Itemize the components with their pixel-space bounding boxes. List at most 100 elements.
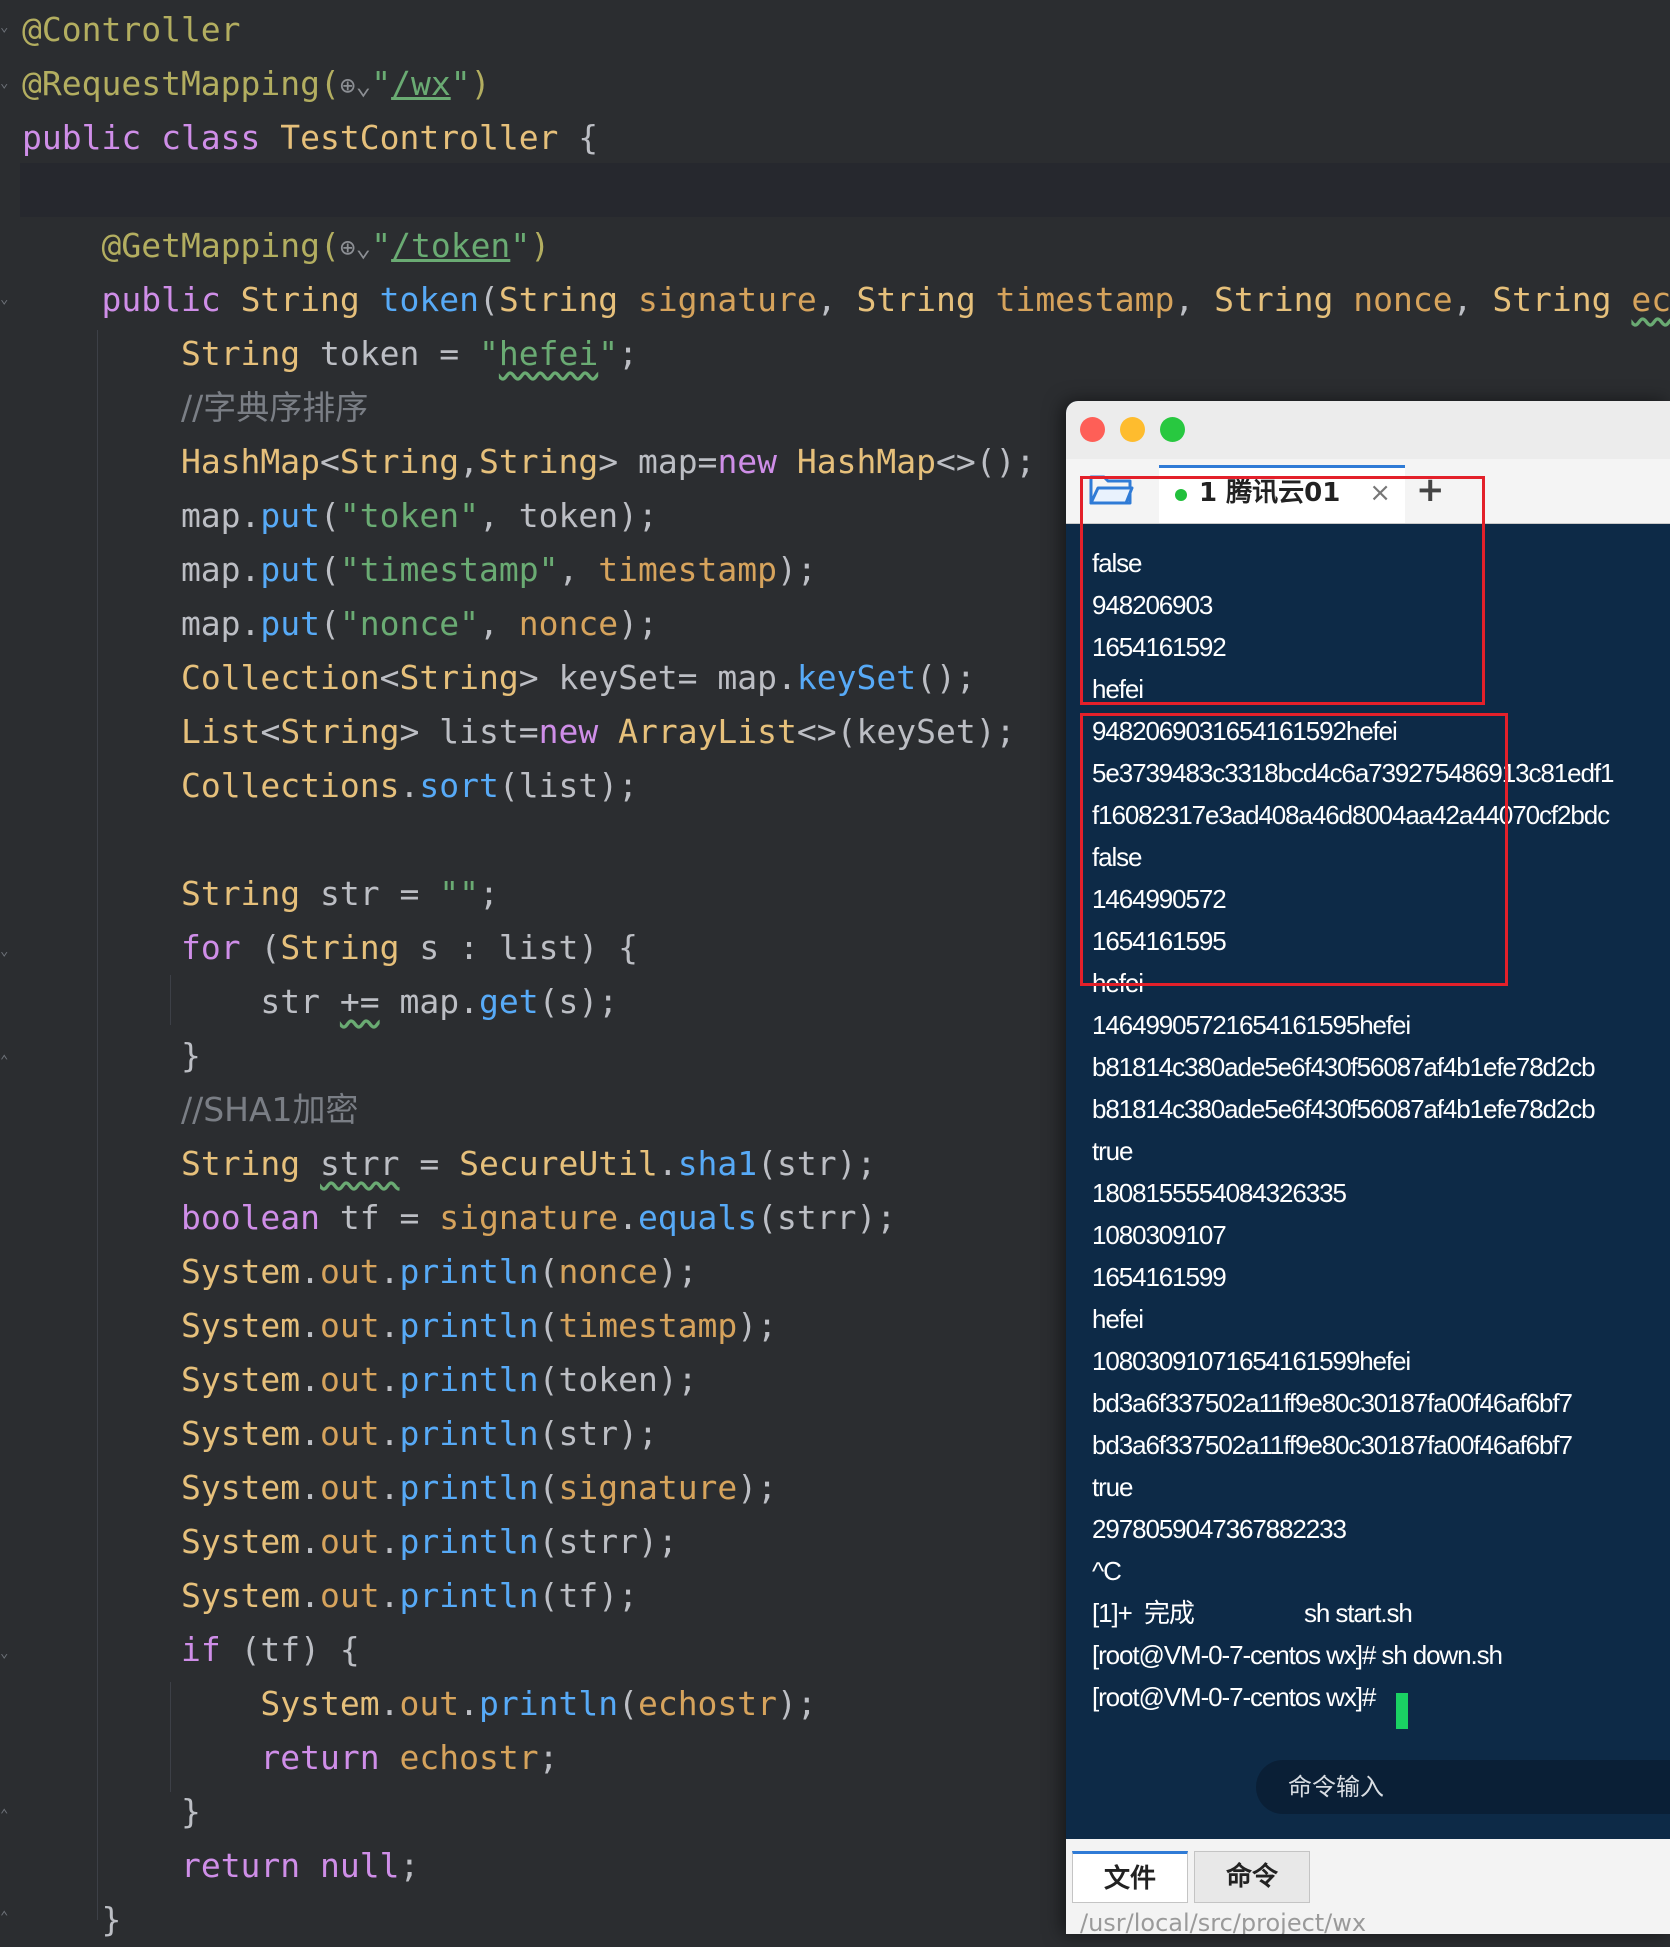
code-line[interactable]: System.out.println(nonce); bbox=[22, 1245, 698, 1299]
fold-icon[interactable]: ⌄ bbox=[0, 1646, 16, 1660]
code-token: . bbox=[618, 1198, 638, 1237]
tab-files[interactable]: 文件 bbox=[1072, 1851, 1188, 1903]
code-line[interactable]: Collection<String> keySet= map.keySet(); bbox=[22, 651, 976, 705]
command-input[interactable]: 命令输入 bbox=[1256, 1760, 1670, 1814]
code-token: map. bbox=[22, 604, 261, 643]
code-token: for bbox=[180, 928, 261, 967]
fold-icon[interactable]: ⌄ bbox=[0, 292, 16, 306]
command-input-placeholder: 命令输入 bbox=[1288, 1773, 1384, 1801]
fold-icon[interactable]: ⌄ bbox=[0, 944, 16, 958]
code-line[interactable]: } bbox=[22, 1785, 201, 1839]
fold-icon[interactable]: ⌄ bbox=[0, 76, 16, 90]
tab-commands[interactable]: 命令 bbox=[1194, 1851, 1310, 1903]
terminal-line: [1]+ 完成 sh start.sh bbox=[1092, 1598, 1413, 1628]
code-token: String bbox=[280, 712, 400, 751]
code-token: public class bbox=[22, 118, 281, 157]
code-token: token = bbox=[320, 334, 479, 373]
code-token: = bbox=[399, 1144, 460, 1183]
globe-icon[interactable]: ⊕⌄ bbox=[340, 59, 371, 113]
code-token: signature bbox=[439, 1198, 619, 1237]
fold-icon[interactable]: ⌃ bbox=[0, 1808, 16, 1822]
code-line[interactable]: String strr = SecureUtil.sha1(str); bbox=[22, 1137, 876, 1191]
code-line[interactable]: System.out.println(echostr); bbox=[22, 1677, 817, 1731]
code-line[interactable]: //字典序排序 bbox=[22, 381, 368, 435]
code-line[interactable]: } bbox=[22, 1893, 121, 1947]
code-line[interactable]: @Controller bbox=[22, 3, 241, 57]
code-token: String bbox=[339, 442, 460, 481]
code-token: nonce bbox=[518, 604, 619, 643]
terminal-line: 1808155554084326335 bbox=[1092, 1178, 1347, 1208]
terminal-line: hefei bbox=[1092, 1304, 1144, 1334]
terminal-window[interactable]: 1 腾讯云01 × + false 948206903 1654161592 hefe… bbox=[1066, 401, 1670, 1934]
code-token: ); bbox=[777, 1684, 817, 1723]
code-token: System bbox=[180, 1252, 301, 1291]
code-line[interactable]: HashMap<String,String> map=new HashMap<>… bbox=[22, 435, 1035, 489]
code-token: ) bbox=[530, 226, 551, 265]
code-line[interactable]: map.put("token", token); bbox=[22, 489, 658, 543]
code-token: < bbox=[379, 658, 400, 697]
code-line[interactable]: public String token(String signature, St… bbox=[22, 273, 1670, 327]
code-line[interactable]: System.out.println(tf); bbox=[22, 1569, 638, 1623]
code-line[interactable]: System.out.println(str); bbox=[22, 1407, 658, 1461]
code-line[interactable]: Collections.sort(list); bbox=[22, 759, 638, 813]
code-token: ( bbox=[538, 1306, 559, 1345]
code-line[interactable]: return echostr; bbox=[22, 1731, 558, 1785]
code-token: System bbox=[180, 1306, 301, 1345]
code-token: . bbox=[300, 1576, 321, 1615]
code-token: map. bbox=[22, 496, 261, 535]
fold-icon[interactable]: ⌃ bbox=[0, 1910, 16, 1924]
zoom-window-button[interactable] bbox=[1160, 417, 1185, 442]
code-line[interactable]: for (String s : list) { bbox=[22, 921, 638, 975]
code-token: " bbox=[450, 64, 471, 103]
code-token: } bbox=[22, 1792, 201, 1831]
code-token: sort bbox=[419, 766, 499, 805]
bottom-panel: 文件 命令 /usr/local/src/project/wx bbox=[1066, 1839, 1670, 1934]
code-line[interactable]: @RequestMapping(⊕⌄"/wx") bbox=[22, 57, 490, 111]
fold-icon[interactable]: ⌄ bbox=[0, 20, 16, 34]
code-line[interactable]: List<String> list=new ArrayList<>(keySet… bbox=[22, 705, 1016, 759]
code-line[interactable]: String str = ""; bbox=[22, 867, 499, 921]
code-line[interactable]: System.out.println(timestamp); bbox=[22, 1299, 777, 1353]
code-token: ( bbox=[538, 1468, 559, 1507]
code-token: if bbox=[180, 1630, 241, 1669]
code-line[interactable]: @GetMapping(⊕⌄"/token") bbox=[22, 219, 550, 273]
code-line[interactable]: String token = "hefei"; bbox=[22, 327, 638, 381]
code-line[interactable]: boolean tf = signature.equals(strr); bbox=[22, 1191, 896, 1245]
code-line[interactable]: } bbox=[22, 1029, 201, 1083]
code-line[interactable]: return null; bbox=[22, 1839, 419, 1893]
globe-icon[interactable]: ⊕⌄ bbox=[340, 221, 371, 275]
code-token: map. bbox=[379, 982, 479, 1021]
code-token: (tf); bbox=[538, 1576, 638, 1615]
code-token: out bbox=[399, 1684, 460, 1723]
close-window-button[interactable] bbox=[1080, 417, 1105, 442]
terminal-line: true bbox=[1092, 1136, 1134, 1166]
code-token: (strr); bbox=[538, 1522, 678, 1561]
minimize-window-button[interactable] bbox=[1120, 417, 1145, 442]
code-line[interactable]: map.put("nonce", nonce); bbox=[22, 597, 658, 651]
code-line[interactable]: str += map.get(s); bbox=[22, 975, 618, 1029]
code-token: new bbox=[717, 442, 797, 481]
code-line[interactable]: System.out.println(token); bbox=[22, 1353, 698, 1407]
code-token: < bbox=[320, 442, 340, 481]
code-token: , bbox=[1174, 280, 1215, 319]
code-line[interactable]: if (tf) { bbox=[22, 1623, 360, 1677]
code-token: (token); bbox=[538, 1360, 698, 1399]
highlight-box bbox=[1080, 476, 1485, 705]
code-line[interactable]: //SHA1加密 bbox=[22, 1083, 359, 1137]
code-token: . bbox=[379, 1414, 400, 1453]
terminal-line: [root@VM-0-7-centos wx]# bbox=[1092, 1682, 1382, 1712]
code-token: System bbox=[180, 1468, 301, 1507]
code-token: String bbox=[180, 334, 321, 373]
code-line[interactable]: System.out.println(strr); bbox=[22, 1515, 678, 1569]
fold-icon[interactable]: ⌃ bbox=[0, 1054, 16, 1068]
code-line[interactable]: map.put("timestamp", timestamp); bbox=[22, 543, 817, 597]
code-token: Collection bbox=[180, 658, 380, 697]
code-token: TestController bbox=[280, 118, 559, 157]
code-token: boolean bbox=[180, 1198, 340, 1237]
code-token: . bbox=[379, 1522, 400, 1561]
terminal-line: 14649905721654161595hefei bbox=[1092, 1010, 1411, 1040]
code-line[interactable]: System.out.println(signature); bbox=[22, 1461, 777, 1515]
code-line[interactable]: public class TestController { bbox=[22, 111, 598, 165]
